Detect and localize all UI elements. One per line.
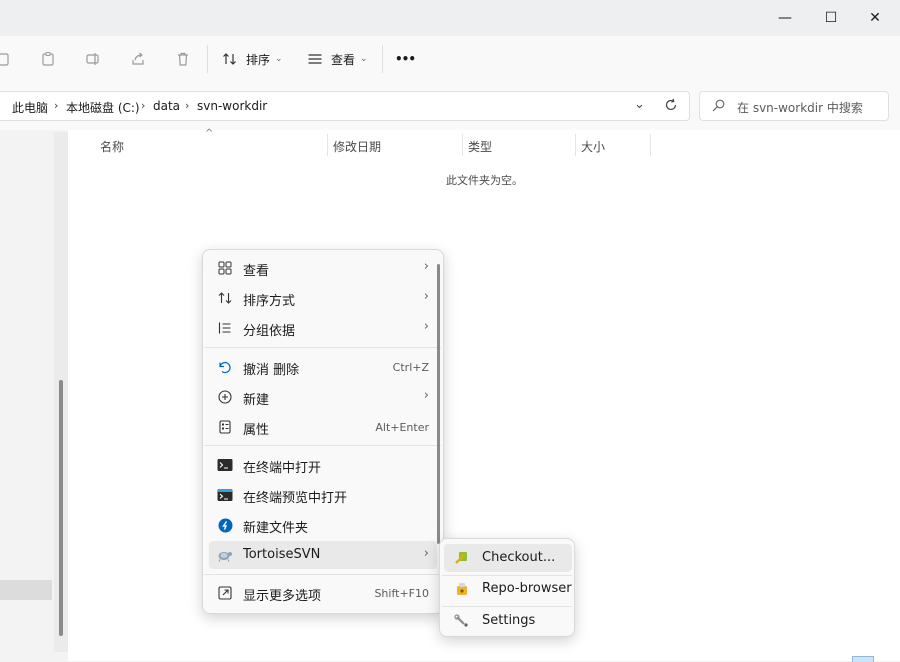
search-box[interactable]: 在 svn-workdir 中搜索	[699, 91, 889, 121]
menu-item-new-folder[interactable]: 新建文件夹	[209, 511, 437, 539]
toolbar-separator	[207, 45, 208, 73]
search-placeholder: 在 svn-workdir 中搜索	[737, 101, 863, 115]
search-icon	[712, 99, 725, 115]
tortoisesvn-icon	[217, 547, 233, 563]
address-dropdown-icon[interactable]: ⌄	[634, 97, 645, 112]
sort-button[interactable]: 排序 ⌄	[222, 46, 283, 72]
settings-wrench-icon	[454, 613, 470, 629]
chevron-right-icon: ›	[423, 546, 429, 561]
grid-icon	[217, 260, 233, 276]
chevron-right-icon: ›	[423, 388, 429, 403]
menu-item-show-more-options[interactable]: 显示更多选项 Shift+F10	[209, 579, 437, 607]
column-header-type[interactable]: 类型	[468, 138, 492, 155]
more-button[interactable]: •••	[395, 46, 416, 72]
menu-item-open-in-terminal-preview[interactable]: 在终端预览中打开	[209, 481, 437, 509]
address-row: 此电脑 › 本地磁盘 (C:) › data › svn-workdir ⌄ 在…	[0, 82, 900, 130]
plus-circle-icon	[217, 389, 233, 405]
chevron-right-icon: ›	[423, 259, 429, 274]
chevron-right-icon[interactable]: ›	[141, 99, 145, 112]
breadcrumb-svn-workdir[interactable]: svn-workdir	[197, 99, 267, 113]
view-button[interactable]: 查看 ⌄	[307, 46, 368, 72]
menu-item-undo-delete[interactable]: 撤消 删除 Ctrl+Z	[209, 353, 437, 381]
close-button[interactable]: ✕	[852, 0, 898, 36]
share-icon[interactable]	[126, 47, 150, 71]
maximize-button[interactable]: ☐	[808, 0, 854, 36]
terminal-preview-icon	[217, 487, 233, 503]
chevron-right-icon[interactable]: ›	[185, 99, 189, 112]
submenu-item-settings[interactable]: Settings	[444, 607, 572, 635]
navigation-scrollbar-thumb[interactable]	[59, 380, 63, 636]
new-folder-icon	[217, 517, 233, 533]
menu-item-open-in-terminal[interactable]: 在终端中打开	[209, 451, 437, 479]
menu-item-new[interactable]: 新建 ›	[209, 383, 437, 411]
breadcrumb-this-pc[interactable]: 此电脑	[12, 99, 48, 116]
context-menu-scrollbar[interactable]	[437, 264, 440, 544]
chevron-right-icon[interactable]: ›	[54, 99, 58, 112]
context-menu: 查看 › 排序方式 › 分组依据 › 撤消 删除 Ctrl+Z 新建 › 属性 …	[202, 249, 444, 614]
repo-browser-icon	[454, 581, 470, 597]
chevron-right-icon: ›	[423, 319, 429, 334]
refresh-icon[interactable]	[664, 98, 678, 115]
toolbar-separator	[382, 45, 383, 73]
properties-icon	[217, 419, 233, 435]
command-bar: 排序 ⌄ 查看 ⌄ •••	[0, 36, 900, 82]
menu-separator	[204, 574, 441, 575]
delete-icon[interactable]	[171, 47, 195, 71]
column-divider[interactable]	[575, 134, 576, 156]
menu-separator	[204, 445, 441, 446]
undo-icon	[217, 359, 233, 375]
paste-icon[interactable]	[36, 47, 60, 71]
tortoisesvn-submenu: Checkout... Repo-browser Settings	[439, 538, 575, 637]
sort-icon	[223, 53, 236, 65]
menu-item-group-by[interactable]: 分组依据 ›	[209, 314, 437, 342]
menu-item-properties[interactable]: 属性 Alt+Enter	[209, 413, 437, 441]
copy-icon[interactable]	[0, 47, 16, 71]
details-view-toggle[interactable]	[852, 656, 874, 662]
menu-item-sort-by[interactable]: 排序方式 ›	[209, 284, 437, 312]
minimize-button[interactable]: —	[762, 0, 808, 36]
address-bar[interactable]: 此电脑 › 本地磁盘 (C:) › data › svn-workdir ⌄	[0, 91, 690, 121]
breadcrumb-local-disk[interactable]: 本地磁盘 (C:)	[66, 99, 140, 116]
column-divider[interactable]	[327, 134, 328, 156]
menu-separator	[204, 347, 441, 348]
column-divider[interactable]	[462, 134, 463, 156]
navigation-selected-item[interactable]	[0, 580, 52, 600]
chevron-down-icon: ⌄	[360, 54, 368, 64]
list-view-icon	[308, 54, 322, 64]
column-header-name[interactable]: 名称	[100, 138, 124, 155]
column-divider[interactable]	[650, 134, 651, 156]
menu-item-tortoisesvn[interactable]: TortoiseSVN ›	[209, 541, 437, 569]
submenu-item-repo-browser[interactable]: Repo-browser	[444, 575, 572, 603]
rename-icon[interactable]	[81, 47, 105, 71]
menu-item-view[interactable]: 查看 ›	[209, 254, 437, 282]
sort-icon	[217, 290, 233, 306]
more-options-icon	[217, 585, 233, 601]
chevron-down-icon: ⌄	[275, 54, 283, 64]
group-icon	[217, 320, 233, 336]
column-header-size[interactable]: 大小	[581, 138, 605, 155]
empty-folder-message: 此文件夹为空。	[446, 174, 523, 187]
submenu-item-checkout[interactable]: Checkout...	[444, 544, 572, 572]
checkout-icon	[454, 550, 470, 566]
breadcrumb-data[interactable]: data	[153, 99, 180, 113]
column-header-date[interactable]: 修改日期	[333, 138, 381, 155]
title-bar: — ☐ ✕	[0, 0, 900, 36]
sort-ascending-icon: ^	[205, 128, 214, 139]
terminal-icon	[217, 457, 233, 473]
chevron-right-icon: ›	[423, 289, 429, 304]
